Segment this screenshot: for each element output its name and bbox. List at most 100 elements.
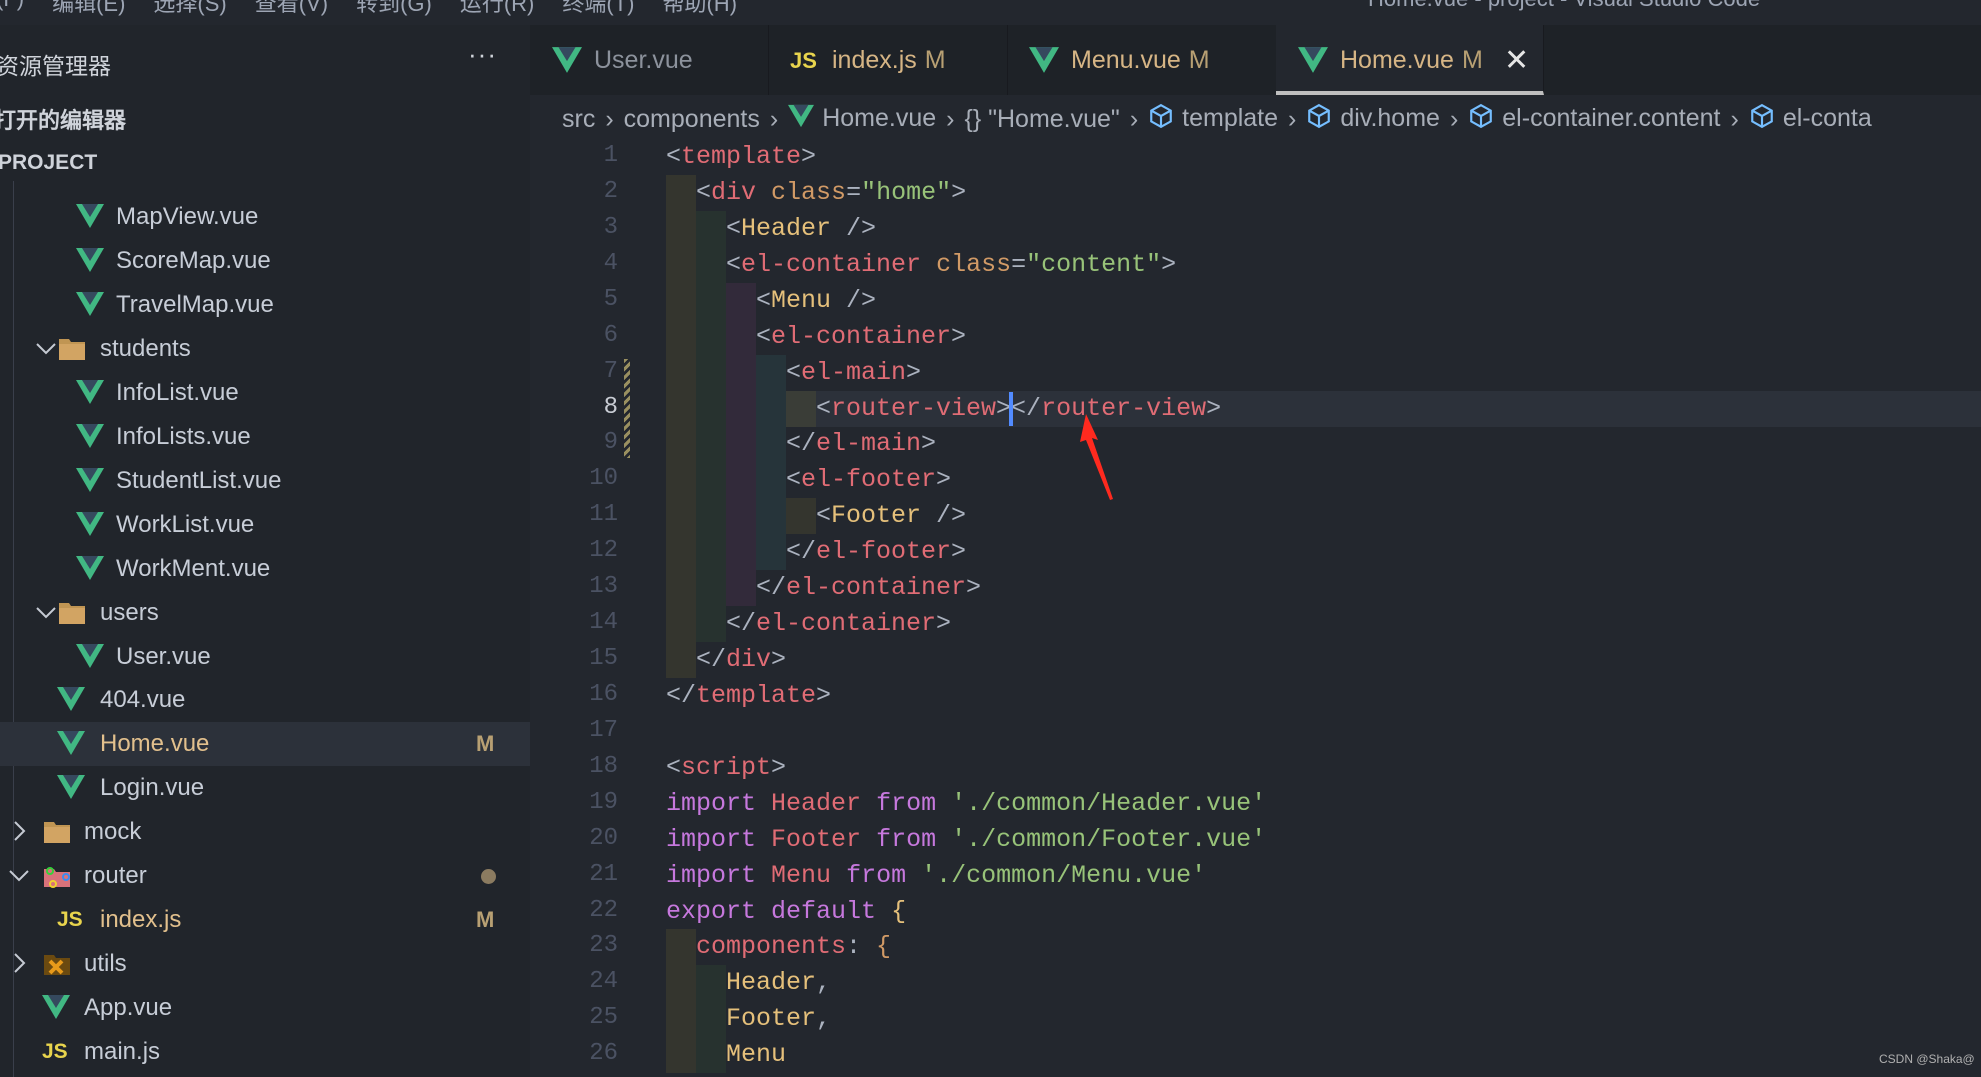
code-line[interactable]: < script >: [666, 750, 786, 786]
vue-file-icon: [76, 511, 104, 538]
breadcrumb-item[interactable]: template: [1148, 103, 1278, 136]
vue-file-icon: [76, 204, 104, 230]
menu-item[interactable]: 查看(V): [255, 0, 328, 18]
code-line[interactable]: </el-container >: [666, 570, 981, 607]
indent-guide: [696, 570, 726, 607]
code-line[interactable]: Header,: [666, 965, 831, 1002]
code-line[interactable]: < Header />: [666, 210, 876, 247]
breadcrumb-item[interactable]: src: [562, 105, 595, 134]
code-line[interactable]: </el-footer >: [666, 534, 966, 571]
folder-item[interactable]: router: [0, 854, 530, 898]
menu-item[interactable]: (F): [0, 0, 24, 18]
file-item[interactable]: Login.vue: [0, 766, 530, 810]
tab-menu-vue[interactable]: Menu.vue M: [1007, 25, 1277, 95]
modified-lines-gutter-marker: [624, 358, 630, 459]
chevron-down-icon[interactable]: [34, 600, 58, 624]
code-line[interactable]: </div >: [666, 642, 786, 679]
file-item[interactable]: ScoreMap.vue: [0, 239, 530, 283]
line-number: 24: [589, 968, 618, 996]
code-line[interactable]: </el-main >: [666, 426, 936, 463]
code-line[interactable]: < Footer />: [666, 498, 966, 535]
code-line[interactable]: export default {: [666, 894, 906, 930]
breadcrumb-item[interactable]: Home.vue: [788, 104, 936, 135]
tab-index-js[interactable]: JS index.js M: [768, 25, 1008, 95]
file-item[interactable]: InfoList.vue: [0, 371, 530, 415]
breadcrumb-label: div.home: [1340, 103, 1440, 132]
folder-item[interactable]: utils: [0, 942, 530, 986]
chevron-down-icon[interactable]: [34, 336, 58, 360]
code-line[interactable]: components: {: [666, 929, 891, 966]
menu-item[interactable]: 转到(G): [356, 0, 432, 18]
close-icon[interactable]: ✕: [1504, 43, 1529, 78]
file-item[interactable]: App.vue: [0, 986, 530, 1030]
file-item[interactable]: StudentList.vue: [0, 459, 530, 503]
code-line[interactable]: < div class = "home" >: [666, 174, 966, 211]
file-item[interactable]: MapView.vue: [0, 195, 530, 239]
breadcrumb-item[interactable]: el-container.content: [1468, 103, 1720, 136]
indent-guide: [786, 498, 816, 535]
code-token: el-container: [756, 609, 937, 639]
code-line[interactable]: < router-view ></router-view >: [666, 390, 1221, 427]
indent-guide: [696, 246, 726, 283]
file-item[interactable]: User.vue: [0, 635, 530, 679]
menu-item[interactable]: 选择(S): [153, 0, 226, 18]
code-token: router-view: [831, 393, 997, 423]
line-number: 3: [603, 213, 618, 241]
tab-home-vue[interactable]: Home.vue M ✕: [1276, 25, 1544, 95]
breadcrumb-item[interactable]: {} "Home.vue": [964, 105, 1119, 134]
chevron-right-icon[interactable]: [7, 951, 31, 975]
chevron-right-icon: ›: [1730, 104, 1739, 133]
code-line[interactable]: </template >: [666, 678, 831, 714]
file-item[interactable]: JS main.js: [0, 1030, 530, 1074]
code-line[interactable]: import Menu from './common/Menu.vue': [666, 858, 1206, 894]
code-line[interactable]: </el-container >: [666, 606, 951, 643]
file-item[interactable]: JS index.js M: [0, 898, 530, 942]
code-line[interactable]: < el-footer >: [666, 462, 951, 499]
code-line[interactable]: import Footer from './common/Footer.vue': [666, 822, 1266, 858]
code-line[interactable]: < el-container >: [666, 318, 966, 355]
open-editors-section[interactable]: 打开的编辑器: [0, 103, 126, 135]
file-item[interactable]: 404.vue: [0, 678, 530, 722]
code-line[interactable]: import Header from './common/Header.vue': [666, 786, 1266, 822]
menu-item[interactable]: 终端(T): [562, 0, 634, 18]
code-token: <: [756, 285, 772, 315]
code-line[interactable]: < el-container class = "content" >: [666, 246, 1176, 283]
chevron-down-icon[interactable]: [7, 863, 31, 887]
folder-item[interactable]: mock: [0, 810, 530, 854]
menu-item[interactable]: 帮助(H): [662, 0, 737, 18]
code-token: =: [846, 177, 862, 207]
code-line[interactable]: < Menu />: [666, 282, 876, 319]
menu-item[interactable]: 运行(R): [460, 0, 535, 18]
folder-item[interactable]: students: [0, 327, 530, 371]
vue-file-icon: [76, 379, 104, 406]
item-label: mock: [84, 818, 142, 846]
more-actions-button[interactable]: ···: [468, 39, 497, 70]
chevron-right-icon[interactable]: [7, 819, 31, 843]
code-token: el-footer: [801, 465, 937, 495]
code-line[interactable]: Footer,: [666, 1001, 831, 1038]
breadcrumb-item[interactable]: components: [624, 105, 760, 134]
code-line[interactable]: < el-main >: [666, 354, 921, 391]
code-editor[interactable]: 1 < template >2 < div class = "home" >3 < Header /…: [530, 139, 1981, 1077]
menu-item[interactable]: 编辑(E): [52, 0, 125, 18]
file-item[interactable]: InfoLists.vue: [0, 415, 530, 459]
file-item[interactable]: WorkList.vue: [0, 503, 530, 547]
file-item[interactable]: Home.vue M: [0, 722, 530, 767]
folder-item[interactable]: users: [0, 591, 530, 635]
project-section-header[interactable]: PROJECT: [0, 145, 530, 181]
code-line[interactable]: < template >: [666, 139, 816, 175]
file-item[interactable]: TravelMap.vue: [0, 283, 530, 327]
line-number: 22: [589, 896, 618, 924]
breadcrumb-item[interactable]: el-conta: [1749, 103, 1872, 136]
indent-guide: [696, 390, 726, 427]
indent-guide: [726, 354, 756, 391]
code-token: <: [666, 142, 682, 171]
indent-guide: [726, 462, 756, 499]
tab-user-vue[interactable]: User.vue: [530, 25, 769, 95]
line-number: 26: [589, 1040, 618, 1068]
file-item[interactable]: WorkMent.vue: [0, 547, 530, 591]
breadcrumb-item[interactable]: div.home: [1306, 103, 1440, 136]
code-line[interactable]: Menu: [666, 1037, 786, 1074]
line-number: 2: [603, 177, 618, 205]
